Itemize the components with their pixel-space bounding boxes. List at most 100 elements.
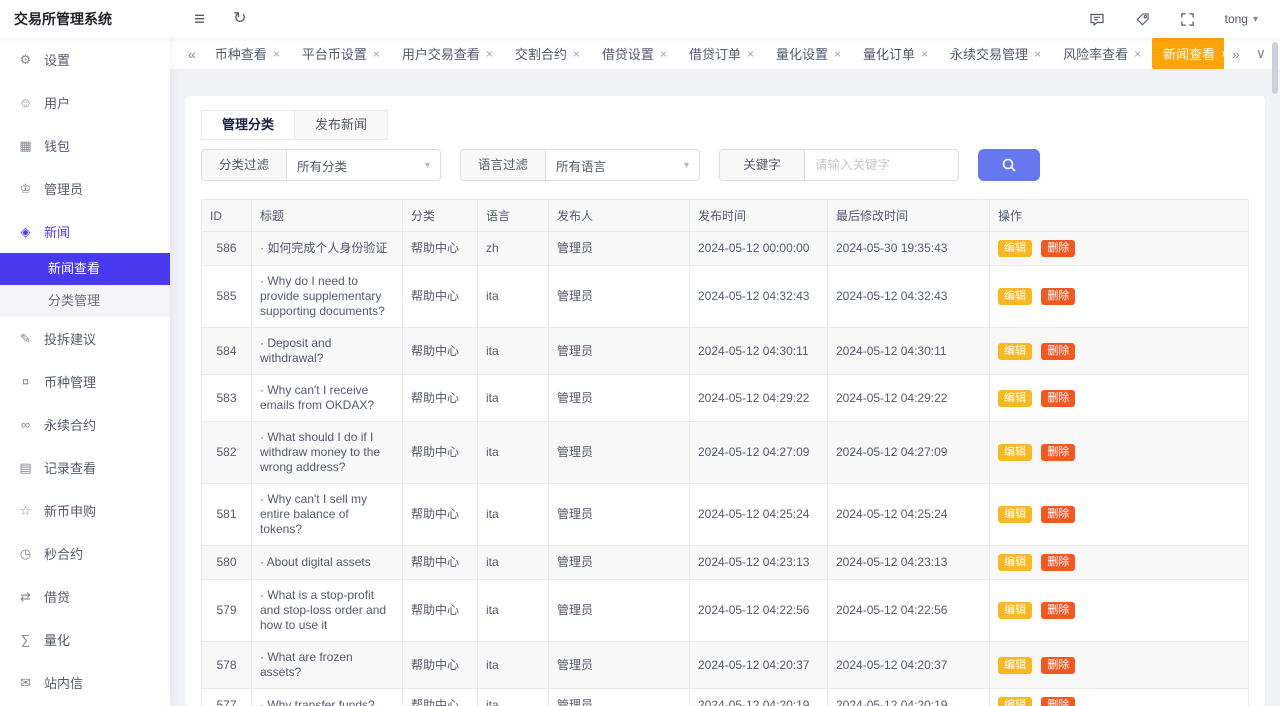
- edit-button[interactable]: 编辑: [998, 389, 1032, 407]
- close-icon[interactable]: ×: [921, 47, 928, 61]
- edit-button[interactable]: 编辑: [998, 240, 1032, 257]
- sidebar-item-seconds-contract[interactable]: ◷ 秒合约: [0, 532, 170, 575]
- sidebar-item-quant[interactable]: ∑ 量化: [0, 618, 170, 661]
- edit-button[interactable]: 编辑: [998, 656, 1032, 674]
- edit-button[interactable]: 编辑: [998, 444, 1032, 461]
- close-icon[interactable]: ×: [373, 47, 380, 61]
- sidebar-item-label: 设置: [44, 53, 71, 68]
- tab[interactable]: 借贷订单 ×: [678, 38, 765, 69]
- cell-id: 583: [201, 374, 252, 422]
- delete-button[interactable]: 删除: [1041, 288, 1076, 305]
- delete-button[interactable]: 删除: [1041, 240, 1076, 257]
- cell-modify-time: 2024-05-12 04:23:13: [827, 545, 990, 580]
- cell-title: · Why can't I sell my entire balance of …: [251, 483, 403, 546]
- column-header-title: 标题: [251, 199, 403, 232]
- keyword-input[interactable]: [805, 149, 959, 181]
- category-filter-select[interactable]: 所有分类 ▾: [287, 149, 441, 181]
- sidebar-subitem-news-view[interactable]: 新闻查看: [0, 253, 170, 285]
- tab-publish-news[interactable]: 发布新闻: [295, 110, 389, 140]
- sidebar-item-admin[interactable]: ♔ 管理员: [0, 167, 170, 210]
- tabs-scroll-right-icon[interactable]: »: [1224, 46, 1248, 62]
- cell-actions: 编辑 删除: [989, 421, 1249, 484]
- sidebar-item-label: 钱包: [44, 139, 71, 154]
- sidebar-item-wallet[interactable]: ▦ 钱包: [0, 124, 170, 167]
- sidebar-item-label: 用户: [44, 96, 71, 111]
- tab[interactable]: 币种查看 ×: [204, 38, 291, 69]
- sidebar-item-records[interactable]: ▤ 记录查看: [0, 446, 170, 489]
- tab[interactable]: 风险率查看 ×: [1052, 38, 1152, 69]
- close-icon[interactable]: ×: [660, 47, 667, 61]
- edit-button[interactable]: 编辑: [998, 554, 1032, 571]
- close-icon[interactable]: ×: [273, 47, 280, 61]
- close-icon[interactable]: ×: [1134, 47, 1141, 61]
- table-row: 581 · Why can't I sell my entire balance…: [201, 483, 1249, 546]
- cell-id: 585: [201, 265, 252, 328]
- tab[interactable]: 用户交易查看 ×: [391, 38, 504, 69]
- sidebar-subitem-category-management[interactable]: 分类管理: [0, 285, 170, 317]
- fullscreen-icon[interactable]: [1180, 12, 1195, 27]
- perpetual-icon: ∞: [20, 417, 31, 432]
- cell-publish-time: 2024-05-12 04:25:24: [689, 483, 828, 546]
- tab[interactable]: 借贷设置 ×: [591, 38, 678, 69]
- delete-button[interactable]: 删除: [1041, 697, 1076, 706]
- cell-category: 帮助中心: [402, 545, 478, 580]
- sidebar-item-label: 量化: [44, 633, 71, 648]
- records-icon: ▤: [19, 459, 32, 475]
- edit-button[interactable]: 编辑: [998, 342, 1032, 360]
- delete-button[interactable]: 删除: [1041, 602, 1076, 619]
- cell-actions: 编辑 删除: [989, 641, 1249, 689]
- tab[interactable]: 量化设置 ×: [765, 38, 852, 69]
- language-filter-select[interactable]: 所有语言 ▾: [546, 149, 700, 181]
- tab[interactable]: 平台币设置 ×: [291, 38, 391, 69]
- tab[interactable]: 新闻查看 ×: [1152, 38, 1224, 69]
- sidebar: ⚙ 设置 ☺ 用户 ▦ 钱包 ♔ 管理员 ◈ 新闻 新闻查看 分类管理 ✎ 投拆…: [0, 38, 170, 706]
- cell-id: 577: [201, 688, 252, 706]
- edit-button[interactable]: 编辑: [998, 697, 1032, 706]
- delete-button[interactable]: 删除: [1041, 506, 1076, 523]
- refresh-icon[interactable]: ↻: [233, 11, 246, 27]
- news-table: ID 标题 分类 语言 发布人 发布时间 最后修改时间 操作 586 · 如何完…: [201, 199, 1249, 706]
- edit-button[interactable]: 编辑: [998, 288, 1032, 305]
- gear-icon: ⚙: [19, 51, 32, 67]
- menu-toggle-icon[interactable]: ≡: [194, 10, 205, 29]
- sidebar-item-coin-management[interactable]: ¤ 币种管理: [0, 360, 170, 403]
- column-header-modify-time: 最后修改时间: [827, 199, 990, 232]
- sidebar-item-loan[interactable]: ⇄ 借贷: [0, 575, 170, 618]
- sidebar-item-site-mail[interactable]: ✉ 站内信: [0, 661, 170, 704]
- delete-button[interactable]: 删除: [1041, 554, 1076, 571]
- news-card: 管理分类 发布新闻 分类过滤 所有分类 ▾ 语言过滤 所有语言 ▾ 关键字 请输…: [185, 96, 1265, 706]
- user-icon: ☺: [18, 95, 33, 110]
- cell-title: · Why can't I receive emails from OKDAX?: [251, 374, 403, 422]
- search-button[interactable]: [978, 149, 1040, 181]
- tabs-menu-icon[interactable]: ∨: [1248, 45, 1274, 62]
- close-icon[interactable]: ×: [573, 47, 580, 61]
- delete-button[interactable]: 删除: [1041, 342, 1076, 360]
- sidebar-item-users[interactable]: ☺ 用户: [0, 81, 170, 124]
- tab[interactable]: 交割合约 ×: [504, 38, 591, 69]
- close-icon[interactable]: ×: [834, 47, 841, 61]
- message-icon[interactable]: [1089, 11, 1105, 27]
- sidebar-item-settings[interactable]: ⚙ 设置: [0, 38, 170, 81]
- edit-button[interactable]: 编辑: [998, 602, 1032, 619]
- sidebar-item-new-coin[interactable]: ☆ 新币申购: [0, 489, 170, 532]
- edit-button[interactable]: 编辑: [998, 506, 1032, 523]
- tag-icon[interactable]: [1135, 12, 1150, 27]
- close-icon[interactable]: ×: [1034, 47, 1041, 61]
- sidebar-item-feedback[interactable]: ✎ 投拆建议: [0, 317, 170, 360]
- cell-modify-time: 2024-05-12 04:25:24: [827, 483, 990, 546]
- user-menu[interactable]: tong ▾: [1225, 12, 1258, 26]
- delete-button[interactable]: 删除: [1041, 389, 1076, 407]
- close-icon[interactable]: ×: [486, 47, 493, 61]
- cell-publish-time: 2024-05-12 00:00:00: [689, 231, 828, 266]
- close-icon[interactable]: ×: [747, 47, 754, 61]
- delete-button[interactable]: 删除: [1041, 444, 1076, 461]
- tab[interactable]: 永续交易管理 ×: [939, 38, 1052, 69]
- tab[interactable]: 量化订单 ×: [852, 38, 939, 69]
- sidebar-item-news[interactable]: ◈ 新闻: [0, 210, 170, 253]
- sidebar-item-label: 管理员: [44, 182, 84, 197]
- tabs-scroll-left-icon[interactable]: «: [180, 46, 204, 62]
- tab-manage-category[interactable]: 管理分类: [201, 110, 296, 140]
- scrollbar-thumb[interactable]: [1272, 42, 1278, 94]
- sidebar-item-perpetual-contract[interactable]: ∞ 永续合约: [0, 403, 170, 446]
- delete-button[interactable]: 删除: [1041, 656, 1076, 674]
